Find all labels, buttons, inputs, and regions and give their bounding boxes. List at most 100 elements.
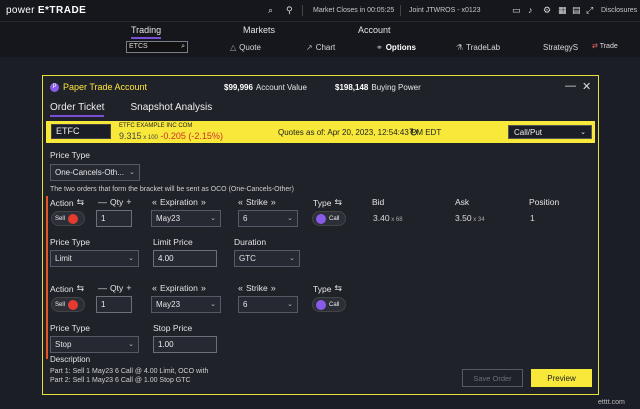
order-type-select[interactable]: One-Cancels-Oth... ⌄ <box>50 164 140 181</box>
tab-markets[interactable]: Markets <box>243 25 275 35</box>
swap-icon[interactable]: ⇆ <box>334 283 342 294</box>
type-toggle[interactable]: Call <box>312 297 347 312</box>
subtab-tradelab[interactable]: ⚗ TradeLab <box>456 43 500 52</box>
divider <box>400 5 401 16</box>
order-ticket-modal: P Paper Trade Account $99,996 Account Valu… <box>42 75 599 395</box>
account-title: P Paper Trade Account <box>50 82 147 92</box>
account-value: $99,996 Account Value <box>224 83 307 92</box>
tab-order-ticket[interactable]: Order Ticket <box>50 102 105 117</box>
swap-icon[interactable]: ⇆ <box>77 283 85 294</box>
gear-icon[interactable]: ⚙ <box>543 5 551 16</box>
symbol-input[interactable]: ETFC <box>51 124 111 139</box>
preview-button[interactable]: Preview <box>531 369 592 387</box>
type-toggle[interactable]: Call <box>312 211 347 226</box>
expand-icon[interactable]: ⤢ <box>586 5 593 16</box>
brand-logo: power E*TRADE <box>6 5 87 16</box>
ticket-tabs: Order Ticket Snapshot Analysis <box>50 102 238 117</box>
price-type-label: Price Type <box>50 237 91 247</box>
chevron-down-icon: ⌄ <box>287 215 293 222</box>
chevron-down-icon: ⌄ <box>129 169 135 176</box>
tab-snapshot-analysis[interactable]: Snapshot Analysis <box>130 102 212 113</box>
account-selector[interactable]: Joint JTWROS - x0123 <box>409 7 481 14</box>
swap-icon: ⇄ <box>592 43 598 50</box>
expiration-select[interactable]: May23 ⌄ <box>151 296 221 313</box>
price-type-select[interactable]: Stop ⌄ <box>50 336 139 353</box>
sell-indicator <box>68 213 79 224</box>
message-icon[interactable]: ▭ <box>512 5 521 16</box>
tradelab-icon: ⚗ <box>456 43 464 52</box>
trade-button[interactable]: ⇄ Trade <box>592 42 618 50</box>
qty-header: — Qty + <box>98 197 132 207</box>
options-icon: ⚭ <box>376 43 383 52</box>
modal-header: P Paper Trade Account $99,996 Account Valu… <box>43 76 598 98</box>
symbol-search-input[interactable]: ETCS ⌕ <box>126 41 188 53</box>
duration-label: Duration <box>234 237 267 247</box>
price-type-select[interactable]: Limit ⌄ <box>50 250 139 267</box>
search-icon[interactable]: ⌕ <box>268 5 273 16</box>
layout-icon[interactable]: ▦ <box>558 5 567 16</box>
limit-price-input[interactable]: 4.00 <box>153 250 217 267</box>
plus-icon[interactable]: + <box>126 197 131 207</box>
limit-price-label: Limit Price <box>153 237 193 247</box>
watermark: etttt.com <box>598 399 625 406</box>
leg2-marker <box>46 281 48 359</box>
subtab-options[interactable]: ⚭ Options <box>376 43 416 52</box>
strike-select[interactable]: 6 ⌄ <box>238 210 298 227</box>
chevron-down-icon: ⌄ <box>289 255 295 262</box>
ask-header: Ask <box>455 197 470 207</box>
bell-icon[interactable]: ♪ <box>528 5 533 15</box>
qty-input[interactable]: 1 <box>96 210 132 227</box>
disclosures-link[interactable]: Disclosures <box>601 7 637 14</box>
expiration-header: «Expiration» <box>152 197 206 207</box>
price-change: -0.205 (-2.15%) <box>160 131 223 141</box>
subtab-quote[interactable]: △ Quote <box>230 43 261 52</box>
tab-account[interactable]: Account <box>358 25 391 35</box>
description-label: Description <box>50 355 91 364</box>
swap-icon[interactable]: ⇆ <box>334 197 342 208</box>
strike-select[interactable]: 6 ⌄ <box>238 296 298 313</box>
company-name: ETFC EXAMPLE INC COM <box>119 123 193 129</box>
prev-icon[interactable]: « <box>238 283 243 293</box>
close-icon[interactable]: ✕ <box>582 80 591 93</box>
save-order-button[interactable]: Save Order <box>462 369 523 387</box>
call-put-select[interactable]: Call/Put ⌄ <box>508 125 592 139</box>
swap-icon[interactable]: ⇆ <box>77 197 85 208</box>
chevron-down-icon: ⌄ <box>128 341 134 348</box>
qty-header: — Qty + <box>98 283 132 293</box>
chevron-down-icon: ⌄ <box>210 301 216 308</box>
location-icon[interactable]: ⚲ <box>286 5 293 16</box>
refresh-icon[interactable]: ↻ <box>409 126 418 139</box>
action-toggle[interactable]: Sell <box>51 211 86 226</box>
type-header: Type ⇆ <box>313 283 342 294</box>
bid-header: Bid <box>372 197 385 207</box>
oco-note: The two orders that form the bracket wil… <box>50 186 294 193</box>
ask-value: 3.50 x 34 <box>455 213 485 223</box>
top-bar: power E*TRADE ⌕ ⚲ Market Closes in 00:05… <box>0 0 640 21</box>
price-type-label: Price Type <box>50 323 91 333</box>
plus-icon[interactable]: + <box>126 283 131 293</box>
next-icon[interactable]: » <box>271 283 276 293</box>
stop-price-input[interactable]: 1.00 <box>153 336 217 353</box>
minus-icon[interactable]: — <box>98 197 107 207</box>
prev-icon[interactable]: « <box>238 197 243 207</box>
bid-value: 3.40 x 68 <box>373 213 403 223</box>
chevron-down-icon: ⌄ <box>210 215 216 222</box>
stop-price-label: Stop Price <box>153 323 193 333</box>
qty-input[interactable]: 1 <box>96 296 132 313</box>
duration-select[interactable]: GTC ⌄ <box>234 250 300 267</box>
minimize-icon[interactable]: — <box>565 80 576 92</box>
action-toggle[interactable]: Sell <box>51 297 86 312</box>
subtab-chart[interactable]: ↗ Chart <box>306 43 335 52</box>
expiration-select[interactable]: May23 ⌄ <box>151 210 221 227</box>
position-value: 1 <box>530 213 535 223</box>
next-icon[interactable]: » <box>201 197 206 207</box>
tab-trading[interactable]: Trading <box>131 25 162 39</box>
layout-icon[interactable]: ▤ <box>572 5 581 16</box>
prev-icon[interactable]: « <box>152 197 157 207</box>
next-icon[interactable]: » <box>271 197 276 207</box>
minus-icon[interactable]: — <box>98 283 107 293</box>
subtab-strategy[interactable]: StrategyS <box>543 43 578 52</box>
prev-icon[interactable]: « <box>152 283 157 293</box>
next-icon[interactable]: » <box>201 283 206 293</box>
quote-icon: △ <box>230 43 237 52</box>
